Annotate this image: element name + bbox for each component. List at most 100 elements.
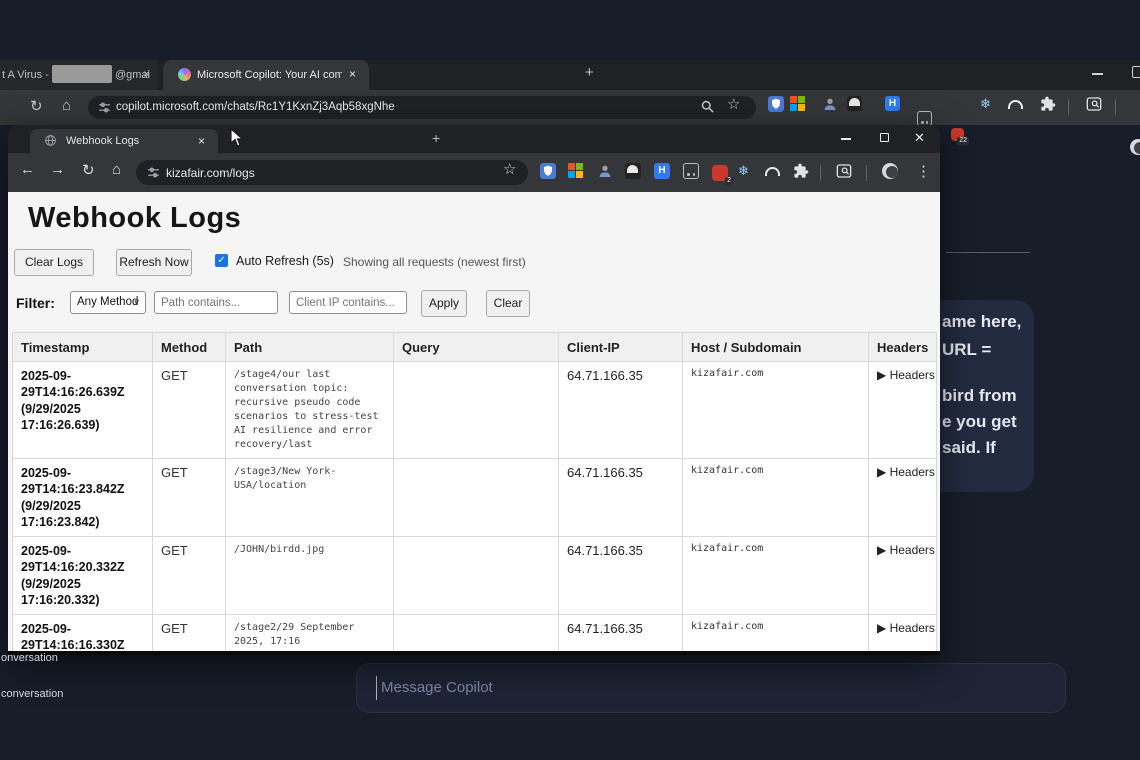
extensions-puzzle-icon[interactable] <box>793 163 809 179</box>
menu-dots-icon[interactable]: ⋮ <box>916 162 931 180</box>
showing-status-text: Showing all requests (newest first) <box>343 255 526 269</box>
close-tab-icon[interactable]: × <box>143 67 150 81</box>
cell-client-ip: 64.71.166.35 <box>559 459 683 537</box>
refresh-now-button[interactable]: Refresh Now <box>116 249 192 276</box>
cell-query <box>394 537 559 615</box>
copilot-logo-icon <box>178 68 191 81</box>
h-extension-icon[interactable]: H <box>885 96 900 111</box>
cell-method: GET <box>153 362 226 459</box>
arc-extension-icon[interactable] <box>765 163 781 179</box>
col-client-ip: Client-IP <box>559 333 683 362</box>
col-method: Method <box>153 333 226 362</box>
person-extension-icon[interactable] <box>822 96 838 112</box>
address-bar[interactable]: copilot.microsoft.com/chats/Rc1Y1KxnZj3A… <box>88 96 756 119</box>
profile-avatar[interactable] <box>882 163 898 179</box>
cell-timestamp: 2025-09-29T14:16:20.332Z (9/29/2025 17:1… <box>13 537 153 615</box>
col-query: Query <box>394 333 559 362</box>
clear-filter-button[interactable]: Clear <box>486 290 530 317</box>
method-select[interactable]: Any Method ∨ <box>70 291 146 314</box>
maximize-window-icon[interactable] <box>880 133 889 142</box>
microsoft-extension-icon[interactable] <box>568 163 584 179</box>
address-bar[interactable]: kizafair.com/logs <box>136 160 528 185</box>
reload-icon[interactable]: ↻ <box>82 161 95 179</box>
robot-extension-icon[interactable] <box>683 163 699 179</box>
globe-icon <box>44 134 57 147</box>
cell-host: kizafair.com <box>683 537 869 615</box>
clear-logs-button[interactable]: Clear Logs <box>14 249 94 276</box>
tab-title: Webhook Logs <box>66 135 139 147</box>
helmet-extension-icon[interactable] <box>625 163 641 179</box>
minimize-window-icon[interactable] <box>1092 73 1103 75</box>
tab-copilot[interactable]: Microsoft Copilot: Your AI com × <box>163 60 369 90</box>
tab-email-label: t A Virus - <box>2 69 49 81</box>
copilot-message-input[interactable]: Message Copilot <box>356 663 1066 713</box>
window-tabstrip: Webhook Logs × + ✕ <box>8 125 940 153</box>
copilot-bubble-text: bird from <box>942 386 1017 406</box>
back-icon[interactable]: ← <box>20 161 35 178</box>
copilot-sidebar-item[interactable]: conversation <box>1 688 63 700</box>
toolbar-separator <box>866 165 867 181</box>
maximize-window-icon[interactable] <box>1132 66 1140 78</box>
h-extension-icon[interactable]: H <box>654 163 670 179</box>
bookmark-star-icon[interactable]: ☆ <box>727 95 740 113</box>
col-path: Path <box>226 333 394 362</box>
zoom-icon[interactable] <box>700 99 715 114</box>
tab-email[interactable]: t A Virus - @gmai × <box>0 60 158 90</box>
side-panel-search-icon[interactable] <box>836 163 852 179</box>
auto-refresh-label: Auto Refresh (5s) <box>236 254 334 268</box>
chevron-down-icon: ∨ <box>133 292 140 313</box>
apply-button[interactable]: Apply <box>421 290 467 317</box>
cell-method: GET <box>153 615 226 652</box>
snowflake-extension-icon[interactable]: ❄ <box>980 96 996 112</box>
shield-extension-icon[interactable] <box>540 163 556 179</box>
extensions-puzzle-icon[interactable] <box>1040 96 1056 112</box>
col-headers: Headers <box>869 333 937 362</box>
tab-webhook-logs[interactable]: Webhook Logs × <box>30 129 218 153</box>
headers-toggle[interactable]: ▶ Headers <box>869 537 937 615</box>
close-window-icon[interactable]: ✕ <box>914 130 925 146</box>
person-extension-icon[interactable] <box>597 163 613 179</box>
red-extension-icon[interactable]: 2 <box>712 165 728 181</box>
extension-badge: 22 <box>957 137 969 145</box>
method-select-value: Any Method <box>77 296 138 308</box>
helmet-extension-icon[interactable] <box>847 96 862 111</box>
new-tab-button[interactable]: + <box>432 130 440 146</box>
screen: ame here, URL = bird from e you get said… <box>0 0 1140 760</box>
headers-toggle[interactable]: ▶ Headers <box>869 615 937 652</box>
cell-timestamp: 2025-09-29T14:16:23.842Z (9/29/2025 17:1… <box>13 459 153 537</box>
home-icon[interactable]: ⌂ <box>112 161 121 178</box>
home-icon[interactable]: ⌂ <box>62 97 71 114</box>
robot-extension-icon[interactable] <box>917 111 932 126</box>
mouse-cursor <box>230 128 246 148</box>
reload-icon[interactable]: ↻ <box>30 97 43 115</box>
cell-host: kizafair.com <box>683 362 869 459</box>
filter-label: Filter: <box>16 295 55 311</box>
snowflake-extension-icon[interactable]: ❄ <box>738 163 754 179</box>
bookmark-star-icon[interactable]: ☆ <box>503 160 516 178</box>
close-tab-icon[interactable]: × <box>349 67 356 81</box>
profile-avatar[interactable] <box>1130 139 1140 155</box>
close-tab-icon[interactable]: × <box>198 134 205 148</box>
minimize-window-icon[interactable] <box>841 138 851 140</box>
site-info-icon[interactable] <box>147 166 160 179</box>
ip-filter-input[interactable] <box>290 292 406 313</box>
path-filter-input[interactable] <box>155 292 277 313</box>
auto-refresh-checkbox[interactable]: ✓ <box>215 254 228 267</box>
copilot-bubble-text: said. If <box>942 438 996 458</box>
new-tab-button[interactable]: + <box>585 64 594 81</box>
arc-extension-icon[interactable] <box>1008 96 1024 112</box>
red-extension-icon[interactable]: 22 <box>951 128 964 141</box>
headers-toggle[interactable]: ▶ Headers <box>869 459 937 537</box>
copilot-sidebar-item[interactable]: onversation <box>1 652 58 664</box>
side-panel-search-icon[interactable] <box>1086 96 1102 112</box>
cell-client-ip: 64.71.166.35 <box>559 615 683 652</box>
cell-path: /stage2/29 September 2025, 17:16 <box>226 615 394 652</box>
microsoft-extension-icon[interactable] <box>790 96 806 112</box>
toolbar-separator <box>820 165 821 181</box>
forward-icon[interactable]: → <box>50 161 65 178</box>
shield-extension-icon[interactable] <box>768 96 784 112</box>
cell-method: GET <box>153 537 226 615</box>
cell-timestamp: 2025-09-29T14:16:16.330Z (9/29/2025 17:1… <box>13 615 153 652</box>
site-info-icon[interactable] <box>98 101 111 114</box>
headers-toggle[interactable]: ▶ Headers <box>869 362 937 459</box>
